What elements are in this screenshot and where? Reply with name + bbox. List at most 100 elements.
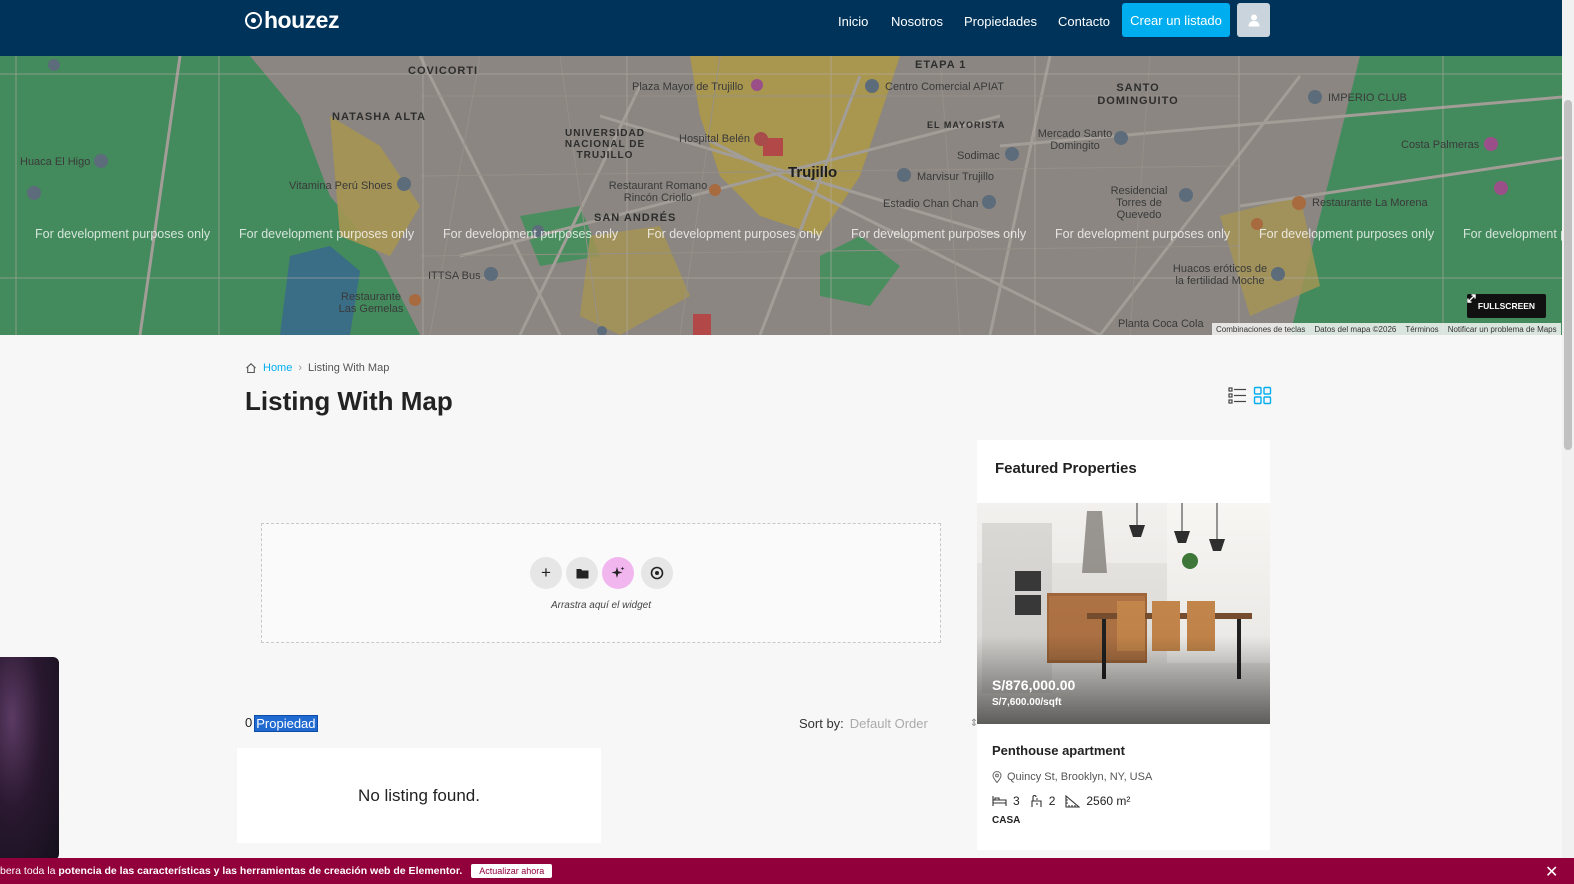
promo-text-prefix: bera toda la xyxy=(0,865,59,877)
map-label-mayorista: EL MAYORISTA xyxy=(927,120,1006,130)
property-area: 2560 m² xyxy=(1086,794,1131,808)
create-listing-button[interactable]: Crear un listado xyxy=(1122,3,1230,37)
map-label-ittsa: ITTSA Bus xyxy=(428,270,481,282)
featured-properties-panel: Featured Properties S/876,000.00 S/7,600… xyxy=(977,440,1270,850)
dev-watermark: For development purposes only xyxy=(443,227,619,241)
map-label-sodimac: Sodimac xyxy=(957,150,1000,162)
map-fullscreen-button[interactable]: FULLSCREEN xyxy=(1467,294,1546,318)
dev-watermark: For development purposes only xyxy=(1259,227,1435,241)
drop-zone-hint: Arrastra aquí el widget xyxy=(550,600,652,611)
expand-icon xyxy=(1467,294,1476,303)
map-label-etapa: ETAPA 1 xyxy=(915,59,967,71)
attrib-shortcuts[interactable]: Combinaciones de teclas xyxy=(1216,325,1305,334)
breadcrumb-current: Listing With Map xyxy=(308,362,390,374)
bath-icon xyxy=(1031,794,1042,807)
property-type: CASA xyxy=(992,815,1021,826)
map-label-vitamina: Vitamina Perú Shoes xyxy=(289,180,393,192)
map-label-centro: Centro Comercial APIAT xyxy=(885,81,1005,93)
sparkle-icon xyxy=(611,566,625,578)
empty-results-message: No listing found. xyxy=(237,748,601,843)
map-attribution: Combinaciones de teclas Datos del mapa ©… xyxy=(1212,323,1561,335)
nav-inicio[interactable]: Inicio xyxy=(838,14,868,29)
map-label-restaurante-morena: Restaurante La Morena xyxy=(1312,197,1428,209)
map-label-residencial: Residencial Torres de Quevedo xyxy=(1110,185,1168,221)
promo-text: bera toda la potencia de las característ… xyxy=(0,865,462,877)
dev-watermark: For development purposes only xyxy=(1055,227,1231,241)
property-address: Quincy St, Brooklyn, NY, USA xyxy=(992,771,1152,783)
attrib-terms[interactable]: Términos xyxy=(1405,325,1438,334)
fullscreen-label: FULLSCREEN xyxy=(1477,301,1536,311)
folder-icon xyxy=(576,568,588,578)
elementor-promo-bar: bera toda la potencia de las característ… xyxy=(0,858,1574,884)
attrib-data: Datos del mapa ©2026 xyxy=(1314,324,1397,334)
attrib-report[interactable]: Notificar un problema de Maps xyxy=(1448,325,1557,334)
map-label-huacos: Huacos eróticos de la fertilidad Moche xyxy=(1172,263,1268,287)
page-scrollbar-thumb[interactable] xyxy=(1564,100,1572,450)
sort-label: Sort by: xyxy=(799,716,844,731)
bed-icon xyxy=(992,796,1007,806)
site-logo[interactable]: houzez xyxy=(245,7,339,34)
results-count: 0 Propiedad xyxy=(245,715,318,732)
elementor-drop-zone[interactable]: + Arrastra aquí el widget xyxy=(261,523,941,643)
map-label-restaurant-romano: Restaurant Romano Rincón Criollo xyxy=(608,180,708,204)
map-label-marvisur: Marvisur Trujillo xyxy=(917,171,995,183)
map-label-huaca: Huaca El Higo xyxy=(20,156,91,168)
map-label-san-andres: SAN ANDRÉS xyxy=(594,212,677,224)
property-price: S/876,000.00 xyxy=(992,677,1076,693)
dev-watermark: For development purposes only xyxy=(851,227,1027,241)
dev-watermark: For development purposes only xyxy=(1463,227,1562,241)
list-view-icon[interactable] xyxy=(1228,386,1247,405)
property-baths: 2 xyxy=(1048,794,1056,808)
site-header: houzez Inicio Nosotros Propiedades Conta… xyxy=(0,0,1574,56)
property-image[interactable]: S/876,000.00 S/7,600.00/sqft xyxy=(977,503,1270,724)
map-label-costa: Costa Palmeras xyxy=(1401,139,1480,151)
location-widget-button[interactable] xyxy=(641,557,673,589)
plus-icon: + xyxy=(541,563,551,582)
map-label-covicorti: COVICORTI xyxy=(408,65,479,77)
listings-map[interactable]: COVICORTI NATASHA ALTA UNIVERSIDAD NACIO… xyxy=(0,56,1574,335)
area-icon xyxy=(1065,794,1081,808)
logo-text: houzez xyxy=(264,7,339,33)
nav-propiedades[interactable]: Propiedades xyxy=(964,14,1037,29)
map-label-plaza: Plaza Mayor de Trujillo xyxy=(632,81,744,93)
map-label-hospital: Hospital Belén xyxy=(679,133,750,145)
page-title: Listing With Map xyxy=(245,386,453,416)
dev-watermark: For development purposes only xyxy=(35,227,211,241)
close-icon[interactable]: ✕ xyxy=(1545,862,1558,882)
property-features: 3 2 2560 m² xyxy=(992,794,1140,808)
upgrade-now-button[interactable]: Actualizar ahora xyxy=(471,864,553,878)
add-template-button[interactable] xyxy=(566,557,598,589)
dev-watermark: For development purposes only xyxy=(239,227,415,241)
map-label-estadio: Estadio Chan Chan xyxy=(883,198,979,210)
map-label-santo: SANTO DOMINGUITO xyxy=(1097,82,1179,107)
breadcrumb-home-link[interactable]: Home xyxy=(263,362,292,374)
map-label-mercado: Mercado Santo Domingito xyxy=(1037,128,1113,152)
user-icon xyxy=(1248,14,1259,26)
sort-control[interactable]: Sort by: Default Order ⇕ xyxy=(799,716,978,731)
results-count-unit: Propiedad xyxy=(254,715,318,732)
grid-view-icon[interactable] xyxy=(1253,386,1272,405)
map-label-universidad: UNIVERSIDAD NACIONAL DE TRUJILLO xyxy=(564,128,646,161)
user-account-button[interactable] xyxy=(1237,3,1270,37)
ai-generate-button[interactable] xyxy=(602,557,634,589)
featured-title: Featured Properties xyxy=(995,460,1137,477)
map-label-imperio: IMPERIO CLUB xyxy=(1328,92,1407,104)
map-label-coca-cola: Planta Coca Cola xyxy=(1118,318,1204,330)
nav-nosotros[interactable]: Nosotros xyxy=(891,14,943,29)
chevron-right-icon: › xyxy=(298,362,303,374)
property-name[interactable]: Penthouse apartment xyxy=(992,743,1125,758)
nav-contacto[interactable]: Contacto xyxy=(1058,14,1110,29)
map-label-gemelas: Restaurante Las Gemelas xyxy=(338,291,404,315)
dev-watermark: For development purposes only xyxy=(647,227,823,241)
target-pin-icon xyxy=(650,566,664,580)
home-icon xyxy=(246,363,256,374)
property-beds: 3 xyxy=(1013,794,1020,808)
add-section-button[interactable]: + xyxy=(530,557,562,589)
map-pin-icon xyxy=(992,771,1002,783)
map-label-trujillo: Trujillo xyxy=(788,164,838,181)
results-count-number: 0 xyxy=(245,715,253,730)
floating-video-thumbnail[interactable] xyxy=(0,657,59,860)
property-address-text: Quincy St, Brooklyn, NY, USA xyxy=(1007,771,1153,783)
promo-text-bold: potencia de las características y las he… xyxy=(58,865,463,877)
sort-select[interactable]: Default Order xyxy=(850,716,928,731)
